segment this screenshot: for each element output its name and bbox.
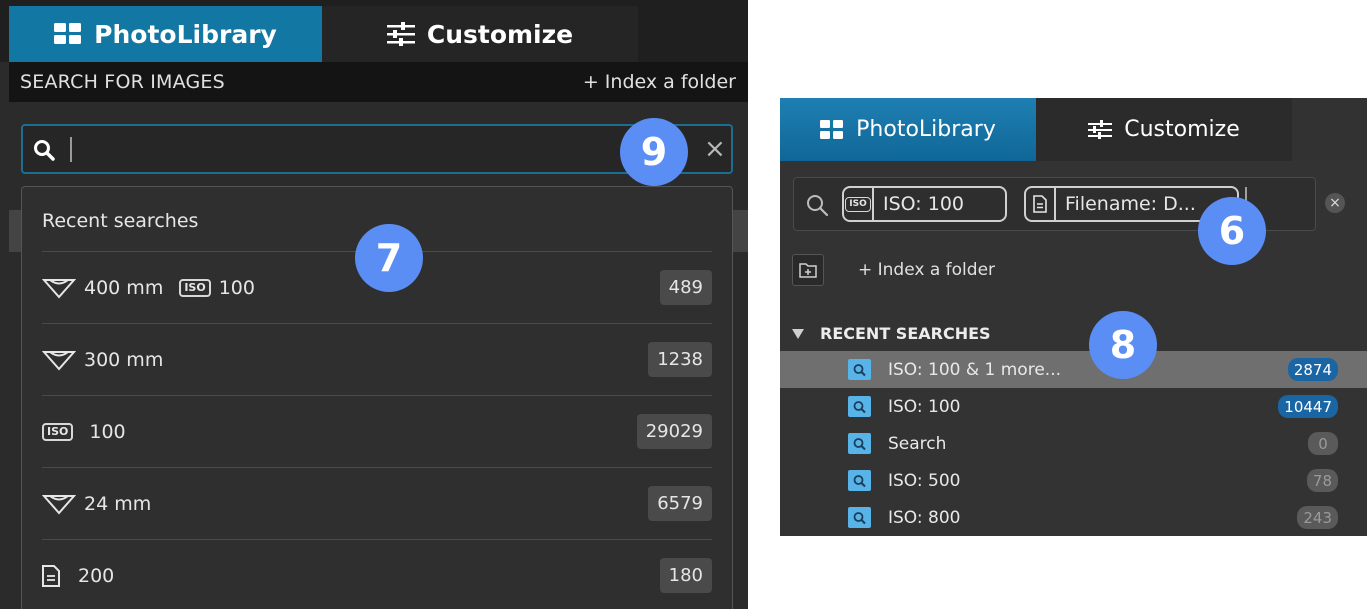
folder-plus-icon (799, 262, 817, 278)
saved-search-folder-icon (848, 433, 871, 454)
item-label: ISO: 800 (888, 507, 961, 528)
token-label: ISO: 100 (883, 193, 964, 215)
recent-searches-title: Recent searches (42, 210, 199, 232)
result-count-badge: 78 (1306, 469, 1338, 492)
tab-label: PhotoLibrary (94, 19, 277, 49)
callout-marker: 7 (355, 224, 423, 292)
tab-label: Customize (1124, 117, 1240, 142)
add-folder-button[interactable] (792, 254, 824, 286)
item-label: ISO: 100 & 1 more... (888, 359, 1061, 380)
saved-search-folder-icon (848, 507, 871, 528)
result-count-badge: 29029 (636, 414, 712, 449)
result-count-badge: 6579 (648, 486, 712, 521)
right-photo-library-panel: PhotoLibrary Customize ISO ISO: 100 File… (780, 98, 1367, 536)
lens-focal-icon (42, 277, 76, 299)
disclosure-triangle-icon (792, 328, 804, 339)
sliders-icon (386, 22, 415, 46)
result-count-badge: 10447 (1278, 395, 1338, 418)
search-icon (805, 193, 829, 217)
recent-search-item[interactable]: ISO: 100 10447 (780, 388, 1367, 425)
callout-marker: 6 (1198, 197, 1266, 265)
recent-search-item[interactable]: Search 0 (780, 425, 1367, 462)
tab-label: PhotoLibrary (856, 117, 996, 142)
left-photo-library-panel: PhotoLibrary Customize SEARCH FOR IMAGES… (0, 0, 748, 609)
recent-search-row[interactable]: ISO 100 29029 (42, 395, 712, 467)
lens-focal-icon (42, 349, 76, 371)
grid-icon (820, 119, 844, 140)
recent-searches-section-header[interactable]: RECENT SEARCHES (792, 324, 991, 343)
search-icon (33, 139, 55, 161)
focal-length-value: 300 mm (84, 348, 164, 371)
recent-search-item[interactable]: ISO: 100 & 1 more... 2874 (780, 351, 1367, 388)
file-icon (42, 564, 60, 587)
recent-search-row[interactable]: 24 mm 6579 (42, 467, 712, 539)
iso-icon: ISO (179, 278, 211, 297)
saved-search-folder-icon (848, 470, 871, 491)
clear-search-button[interactable]: × (704, 136, 726, 162)
search-header-title: SEARCH FOR IMAGES (20, 71, 225, 93)
item-label: ISO: 500 (888, 470, 961, 491)
search-token-iso[interactable]: ISO ISO: 100 (842, 186, 1007, 222)
file-value: 200 (78, 564, 115, 587)
section-title: RECENT SEARCHES (820, 324, 991, 343)
search-header: SEARCH FOR IMAGES + Index a folder (9, 62, 748, 102)
iso-value: 100 (89, 420, 126, 443)
saved-search-folder-icon (848, 359, 871, 380)
iso-value: 100 (218, 276, 255, 299)
iso-icon: ISO (42, 422, 74, 441)
clear-search-button[interactable]: × (1325, 193, 1345, 213)
callout-marker: 9 (620, 118, 688, 186)
grid-icon (54, 23, 82, 45)
saved-search-folder-icon (848, 396, 871, 417)
item-label: ISO: 100 (888, 396, 961, 417)
index-folder-link[interactable]: + Index a folder (583, 71, 736, 93)
result-count-badge: 2874 (1287, 358, 1338, 381)
tab-customize[interactable]: Customize (1036, 98, 1292, 161)
recent-search-item[interactable]: ISO: 500 78 (780, 462, 1367, 499)
tab-bar: PhotoLibrary Customize (780, 98, 1367, 161)
item-label: Search (888, 433, 947, 454)
sliders-icon (1088, 119, 1113, 140)
result-count-badge: 1238 (648, 342, 712, 377)
index-folder-link[interactable]: + Index a folder (858, 260, 995, 280)
tab-bar-filler (1292, 98, 1367, 161)
token-label: Filename: D... (1065, 193, 1196, 215)
lens-focal-icon (42, 493, 76, 515)
recent-search-item[interactable]: ISO: 800 243 (780, 499, 1367, 536)
focal-length-value: 400 mm (84, 276, 164, 299)
result-count-badge: 489 (659, 270, 712, 305)
iso-icon: ISO (844, 188, 874, 220)
recent-search-row[interactable]: 300 mm 1238 (42, 323, 712, 395)
file-icon (1026, 188, 1056, 220)
callout-marker: 8 (1089, 311, 1157, 379)
result-count-badge: 0 (1308, 432, 1338, 455)
focal-length-value: 24 mm (84, 492, 152, 515)
tab-photolibrary[interactable]: PhotoLibrary (780, 98, 1036, 161)
recent-search-row[interactable]: 200 180 (42, 539, 712, 609)
tab-label: Customize (426, 19, 574, 49)
tab-photolibrary[interactable]: PhotoLibrary (9, 6, 322, 62)
text-caret (70, 137, 72, 162)
result-count-badge: 243 (1297, 506, 1338, 529)
tab-customize[interactable]: Customize (322, 6, 638, 62)
result-count-badge: 180 (659, 558, 712, 593)
tab-bar: PhotoLibrary Customize (0, 0, 748, 62)
